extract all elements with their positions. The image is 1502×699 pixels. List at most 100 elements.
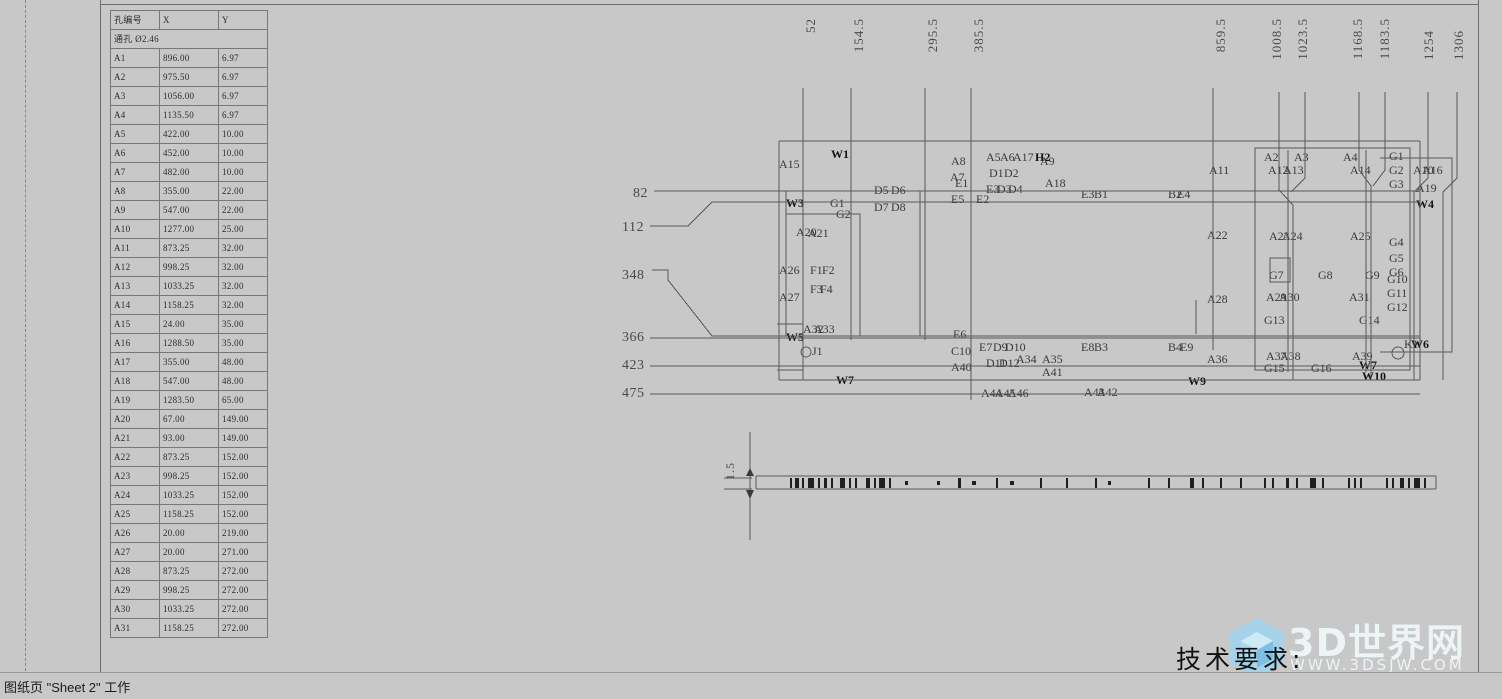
table-cell: A12 — [110, 257, 160, 277]
dimension-label: 1254 — [1421, 30, 1436, 60]
table-row[interactable]: A16 1288.50 35.00 — [110, 333, 268, 353]
part-label: G2 — [1389, 163, 1404, 177]
table-row[interactable]: A30 1033.25 272.00 — [110, 599, 268, 619]
table-cell: 1158.25 — [159, 618, 219, 638]
part-label: A42 — [1097, 385, 1118, 399]
table-cell: 355.00 — [159, 181, 219, 201]
part-label: W1 — [831, 147, 849, 161]
table-row[interactable]: A2 975.50 6.97 — [110, 67, 268, 87]
table-cell: A5 — [110, 124, 160, 144]
table-cell: 32.00 — [218, 257, 268, 277]
table-row[interactable]: A31 1158.25 272.00 — [110, 618, 268, 638]
table-row[interactable]: A23 998.25 152.00 — [110, 466, 268, 486]
table-cell: 35.00 — [218, 314, 268, 334]
part-label: E6 — [953, 327, 967, 341]
table-cell: A3 — [110, 86, 160, 106]
table-row[interactable]: A24 1033.25 152.00 — [110, 485, 268, 505]
table-row[interactable]: A27 20.00 271.00 — [110, 542, 268, 562]
table-row[interactable]: A29 998.25 272.00 — [110, 580, 268, 600]
table-cell: 6.97 — [218, 48, 268, 68]
part-label: G12 — [1387, 300, 1408, 314]
part-label: D1 — [989, 166, 1004, 180]
table-cell: 6.97 — [218, 67, 268, 87]
part-label: B1 — [1094, 187, 1109, 201]
table-cell: 67.00 — [159, 409, 219, 429]
table-cell: A27 — [110, 542, 160, 562]
dimension-label: 52 — [803, 18, 818, 33]
part-label: A36 — [1207, 352, 1228, 366]
table-row[interactable]: A5 422.00 10.00 — [110, 124, 268, 144]
table-cell: 975.50 — [159, 67, 219, 87]
part-label: A9 — [1040, 154, 1055, 168]
part-label: E4 — [1177, 187, 1191, 201]
table-row[interactable]: A14 1158.25 32.00 — [110, 295, 268, 315]
table-cell: A10 — [110, 219, 160, 239]
table-row[interactable]: A15 24.00 35.00 — [110, 314, 268, 334]
table-row[interactable]: A7 482.00 10.00 — [110, 162, 268, 182]
part-label: E1 — [955, 176, 969, 190]
dimension-label: 423 — [622, 358, 645, 373]
table-cell: 10.00 — [218, 143, 268, 163]
part-label: E8 — [1081, 340, 1095, 354]
table-cell: 149.00 — [218, 409, 268, 429]
table-row[interactable]: A8 355.00 22.00 — [110, 181, 268, 201]
hole-coordinate-table[interactable]: 孔编号 X Y 通孔 Ø2.46 A1 896.00 6.97 A2 975.50 6.9… — [110, 10, 268, 638]
part-label: C10 — [951, 344, 972, 358]
part-label: A13 — [1283, 163, 1304, 177]
table-cell: 35.00 — [218, 333, 268, 353]
cad-viewer-canvas[interactable]: 孔编号 X Y 通孔 Ø2.46 A1 896.00 6.97 A2 975.50 6.9… — [0, 0, 1502, 699]
table-cell: A7 — [110, 162, 160, 182]
status-bar-sheet-label: 图纸页 "Sheet 2" 工作 — [4, 679, 131, 695]
table-cell: A15 — [110, 314, 160, 334]
table-row[interactable]: A12 998.25 32.00 — [110, 257, 268, 277]
part-label: A17 — [1013, 150, 1034, 164]
table-row[interactable]: A3 1056.00 6.97 — [110, 86, 268, 106]
part-label: A46 — [1008, 386, 1029, 400]
table-row[interactable]: A11 873.25 32.00 — [110, 238, 268, 258]
table-row[interactable]: A6 452.00 10.00 — [110, 143, 268, 163]
table-cell: 93.00 — [159, 428, 219, 448]
paper-top-border — [100, 4, 1479, 5]
table-row[interactable]: A9 547.00 22.00 — [110, 200, 268, 220]
table-cell: 152.00 — [218, 504, 268, 524]
part-label: A26 — [779, 263, 800, 277]
table-row[interactable]: A17 355.00 48.00 — [110, 352, 268, 372]
table-row[interactable]: A19 1283.50 65.00 — [110, 390, 268, 410]
dimension-label: 1023.5 — [1295, 18, 1310, 60]
table-row[interactable]: A22 873.25 152.00 — [110, 447, 268, 467]
table-row[interactable]: A18 547.00 48.00 — [110, 371, 268, 391]
part-label: D2 — [1004, 166, 1019, 180]
table-header-row: 孔编号 X Y — [110, 10, 268, 30]
part-label: A19 — [1416, 181, 1437, 195]
table-cell: 32.00 — [218, 295, 268, 315]
table-cell: 48.00 — [218, 371, 268, 391]
table-row[interactable]: A20 67.00 149.00 — [110, 409, 268, 429]
table-cell: 1135.50 — [159, 105, 219, 125]
table-row[interactable]: A10 1277.00 25.00 — [110, 219, 268, 239]
part-label: D4 — [1008, 182, 1023, 196]
part-label: A14 — [1350, 163, 1371, 177]
paper-left-border — [100, 0, 101, 676]
table-row[interactable]: A1 896.00 6.97 — [110, 48, 268, 68]
part-label: G3 — [1389, 177, 1404, 191]
part-label: G7 — [1269, 268, 1284, 282]
table-cell: A6 — [110, 143, 160, 163]
table-cell: A31 — [110, 618, 160, 638]
table-row[interactable]: A4 1135.50 6.97 — [110, 105, 268, 125]
table-cell: 272.00 — [218, 580, 268, 600]
col-header-y: Y — [218, 10, 268, 30]
table-cell: 355.00 — [159, 352, 219, 372]
table-cell: A2 — [110, 67, 160, 87]
part-label: A3 — [1294, 150, 1309, 164]
table-row[interactable]: A26 20.00 219.00 — [110, 523, 268, 543]
part-label: G8 — [1318, 268, 1333, 282]
table-cell: 10.00 — [218, 162, 268, 182]
table-row[interactable]: A28 873.25 272.00 — [110, 561, 268, 581]
table-row[interactable]: A25 1158.25 152.00 — [110, 504, 268, 524]
part-label: G13 — [1264, 313, 1285, 327]
table-row[interactable]: A21 93.00 149.00 — [110, 428, 268, 448]
table-cell: 20.00 — [159, 542, 219, 562]
part-label: W4 — [1416, 197, 1434, 211]
table-row[interactable]: A13 1033.25 32.00 — [110, 276, 268, 296]
status-bar[interactable]: 图纸页 "Sheet 2" 工作 — [0, 672, 1502, 699]
